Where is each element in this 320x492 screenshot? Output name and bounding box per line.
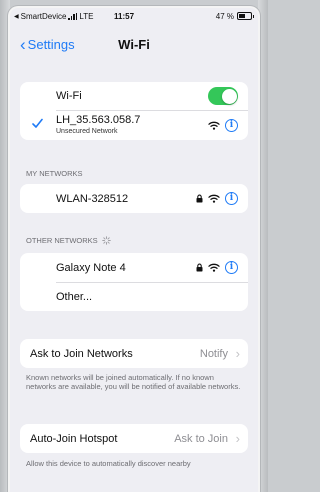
ask-to-join-value: Notify bbox=[199, 347, 228, 360]
connected-network-name: LH_35.563.058.7 bbox=[56, 114, 141, 126]
lock-icon bbox=[196, 263, 203, 272]
network-type: LTE bbox=[79, 11, 94, 21]
info-icon[interactable]: i bbox=[225, 118, 238, 132]
wifi-toggle-row: Wi-Fi bbox=[20, 82, 248, 110]
chevron-right-icon: › bbox=[235, 431, 240, 446]
wifi-signal-icon bbox=[208, 194, 220, 203]
other-networks-group: Galaxy Note 4 i Other... bbox=[20, 253, 248, 311]
other-network-label: Other... bbox=[56, 290, 93, 303]
phone-screen: ◀ SmartDevice LTE 11:57 47 % ‹ Settings … bbox=[10, 8, 258, 492]
other-networks-header: OTHER NETWORKS bbox=[26, 236, 111, 245]
auto-join-group: Auto-Join Hotspot Ask to Join › bbox=[20, 424, 248, 453]
ask-to-join-row[interactable]: Ask to Join Networks Notify › bbox=[20, 339, 248, 368]
network-icons: i bbox=[196, 192, 238, 205]
status-time: 11:57 bbox=[114, 11, 135, 21]
auto-join-footer: Allow this device to automatically disco… bbox=[26, 459, 191, 468]
lock-icon bbox=[196, 194, 203, 203]
loading-spinner-icon bbox=[101, 236, 111, 245]
wifi-label: Wi-Fi bbox=[56, 90, 82, 102]
carrier-name: SmartDevice bbox=[20, 11, 67, 21]
page-title: Wi-Fi bbox=[118, 37, 150, 52]
battery-percent: 47 % bbox=[215, 11, 234, 21]
auto-join-row[interactable]: Auto-Join Hotspot Ask to Join › bbox=[20, 424, 248, 453]
my-networks-group: WLAN-328512 i bbox=[20, 184, 248, 213]
connected-network-icons: i bbox=[208, 118, 238, 132]
network-name: Galaxy Note 4 bbox=[56, 261, 126, 274]
connected-network-subtitle: Unsecured Network bbox=[56, 128, 118, 135]
ask-to-join-label: Ask to Join Networks bbox=[30, 347, 133, 360]
network-row[interactable]: WLAN-328512 i bbox=[20, 184, 248, 213]
ask-to-join-footer: Known networks will be joined automatica… bbox=[26, 373, 241, 391]
battery-icon bbox=[237, 12, 254, 20]
other-network-row[interactable]: Other... bbox=[20, 282, 248, 311]
left-frame bbox=[0, 0, 10, 492]
carrier-info: ◀ SmartDevice LTE bbox=[14, 12, 94, 21]
auto-join-value: Ask to Join bbox=[174, 432, 228, 445]
auto-join-label: Auto-Join Hotspot bbox=[30, 432, 118, 445]
status-bar: ◀ SmartDevice LTE 11:57 47 % bbox=[10, 8, 258, 24]
back-to-app-icon: ◀ bbox=[14, 13, 19, 20]
network-row[interactable]: Galaxy Note 4 i bbox=[20, 253, 248, 282]
navigation-bar: ‹ Settings Wi-Fi bbox=[10, 30, 258, 58]
wifi-group: Wi-Fi LH_35.563.058.7 Unsecured Network … bbox=[20, 82, 248, 140]
wifi-signal-icon bbox=[208, 121, 220, 130]
connected-network-row[interactable]: LH_35.563.058.7 Unsecured Network i bbox=[20, 110, 248, 140]
battery-info: 47 % bbox=[215, 11, 254, 21]
chevron-right-icon: › bbox=[235, 346, 240, 361]
network-name: WLAN-328512 bbox=[56, 192, 129, 205]
signal-icon bbox=[68, 12, 78, 20]
other-networks-header-label: OTHER NETWORKS bbox=[26, 236, 98, 245]
my-networks-header: MY NETWORKS bbox=[26, 169, 83, 178]
network-icons: i bbox=[196, 261, 238, 274]
info-icon[interactable]: i bbox=[225, 192, 238, 205]
ask-to-join-group: Ask to Join Networks Notify › bbox=[20, 339, 248, 368]
right-frame bbox=[258, 0, 268, 492]
info-icon[interactable]: i bbox=[225, 261, 238, 274]
wifi-signal-icon bbox=[208, 263, 220, 272]
wifi-toggle[interactable] bbox=[208, 87, 238, 105]
checkmark-icon bbox=[32, 118, 43, 129]
